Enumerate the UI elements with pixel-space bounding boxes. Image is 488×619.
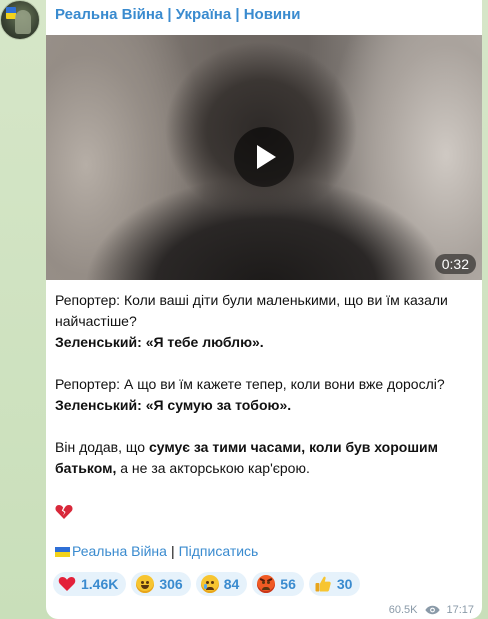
thumbs-up-icon <box>314 575 332 593</box>
reaction-count: 1.46K <box>81 576 119 592</box>
grinning-face-icon <box>136 575 155 593</box>
message-bubble: Реальна Війна | Україна | Новини 0:32 Ре… <box>46 0 482 619</box>
reaction-count: 84 <box>223 576 240 592</box>
channel-avatar[interactable] <box>0 0 40 40</box>
play-button[interactable] <box>234 127 294 187</box>
video-duration: 0:32 <box>434 254 476 274</box>
message-meta: 60.5K 17:17 <box>389 604 474 616</box>
view-count: 60.5K <box>388 604 418 616</box>
reaction-thumbs-up[interactable]: 30 <box>308 572 361 596</box>
quote-text: «Я тебе люблю». <box>145 334 264 350</box>
footer-separator: | <box>170 543 175 559</box>
summary-part-1: Він додав, що <box>55 439 149 455</box>
text-line-summary: Він додав, що сумує за тими часами, коли… <box>55 437 475 479</box>
play-icon <box>257 145 276 169</box>
ukraine-flag-icon <box>55 547 70 557</box>
eye-icon <box>425 605 441 615</box>
red-heart-icon <box>58 575 76 593</box>
broken-heart-icon <box>55 504 73 520</box>
quote-text: «Я сумую за тобою». <box>145 397 292 413</box>
reaction-count: 306 <box>159 576 183 592</box>
reaction-angry[interactable]: 56 <box>252 572 304 596</box>
channel-link[interactable]: Реальна Війна <box>72 543 167 559</box>
reaction-grin[interactable]: 306 <box>131 572 191 596</box>
reaction-cry[interactable]: 84 <box>195 572 248 596</box>
message-text: Репортер: Коли ваші діти були маленькими… <box>55 290 475 526</box>
soldier-figure-icon <box>15 10 31 34</box>
summary-part-2: а не за акторською кар'єрою. <box>116 460 310 476</box>
reaction-count: 56 <box>280 576 296 592</box>
text-line-zelensky-1: Зеленський: «Я тебе люблю». <box>55 332 475 353</box>
reaction-heart[interactable]: 1.46K <box>53 572 127 596</box>
video-player[interactable]: 0:32 <box>46 35 482 280</box>
speaker-name: Зеленський: <box>55 397 142 413</box>
text-line-zelensky-2: Зеленський: «Я сумую за тобою». <box>55 395 475 416</box>
text-line-reporter-2: Репортер: А що ви їм кажете тепер, коли … <box>55 376 445 392</box>
channel-footer: Реальна Війна | Підписатись <box>55 543 258 559</box>
reaction-count: 30 <box>336 576 353 592</box>
text-line-reporter-1: Репортер: Коли ваші діти були маленькими… <box>55 292 448 329</box>
reactions-bar: 1.46K 306 84 56 30 <box>53 572 361 596</box>
message-time: 17:17 <box>446 604 474 616</box>
speaker-name: Зеленський: <box>55 334 142 350</box>
angry-face-icon <box>257 575 276 593</box>
channel-title[interactable]: Реальна Війна | Україна | Новини <box>55 6 300 23</box>
chat-background: Реальна Війна | Україна | Новини 0:32 Ре… <box>0 0 488 619</box>
crying-face-icon <box>200 575 219 593</box>
subscribe-link[interactable]: Підписатись <box>179 543 259 559</box>
